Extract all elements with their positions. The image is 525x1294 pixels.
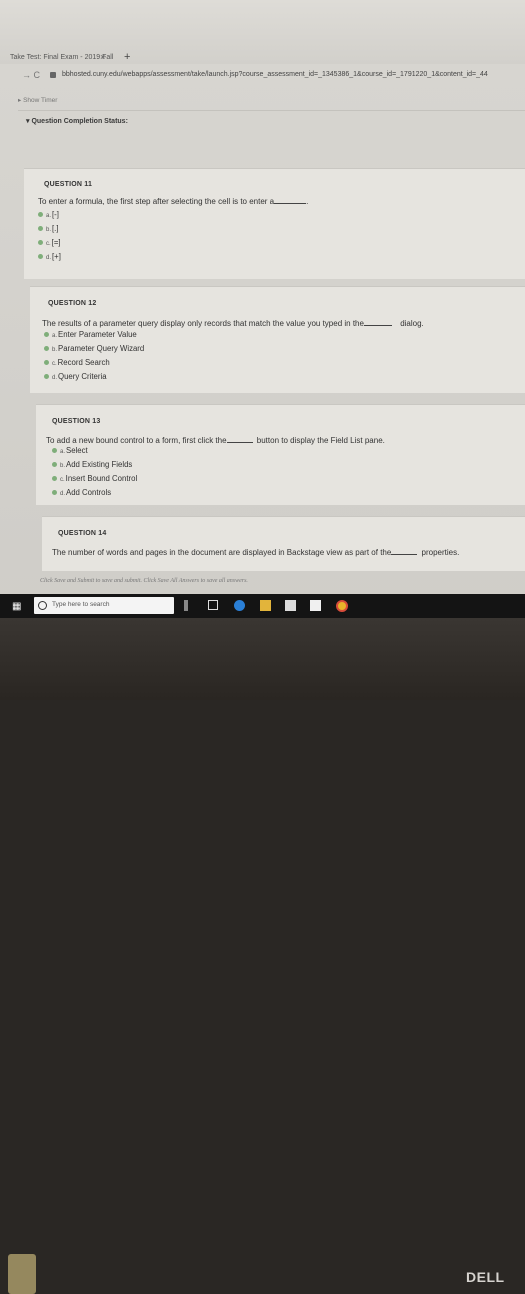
option-c[interactable]: c.[=] [38,238,61,247]
search-placeholder: Type here to search [52,601,110,608]
chrome-icon[interactable] [336,600,348,612]
taskbar-search-box[interactable]: Type here to search [34,597,174,614]
answer-blank [226,436,253,443]
browser-tab[interactable]: Take Test: Final Exam - 2019 Fall × + [0,51,130,64]
radio-button[interactable] [52,490,57,496]
question-status-bar[interactable]: ▾ Question Completion Status: [18,110,525,135]
monitor-screen: Take Test: Final Exam - 2019 Fall × + → … [0,0,525,628]
save-instructions: Click Save and Submit to save and submit… [40,578,248,584]
option-b[interactable]: b.[.] [38,224,59,233]
tab-title: Take Test: Final Exam - 2019 Fall [10,54,114,61]
radio-button[interactable] [52,462,57,468]
microphone-icon[interactable] [184,600,188,611]
question-text: The number of words and pages in the doc… [52,548,460,557]
question-status-label: ▾ Question Completion Status: [26,118,128,125]
monitor-bezel: DELL [0,618,525,1294]
lock-icon [50,72,56,78]
radio-button[interactable] [52,448,57,454]
browser-tab-bar: Take Test: Final Exam - 2019 Fall × + [0,0,525,64]
show-timer-link[interactable]: ▸ Show Timer [18,96,57,104]
answer-blank [391,548,418,555]
question-number: QUESTION 11 [44,181,93,188]
question-number: QUESTION 13 [52,418,101,425]
windows-start-icon[interactable]: ▦ [12,601,21,612]
radio-button[interactable] [52,476,57,482]
radio-button[interactable] [38,212,43,218]
question-text: To add a new bound control to a form, fi… [46,436,385,445]
reload-icon[interactable]: → C [22,70,40,80]
sticker [8,1254,36,1294]
answer-blank [274,197,307,204]
radio-button[interactable] [38,226,43,232]
new-tab-button[interactable]: + [124,51,130,63]
question-number: QUESTION 14 [58,530,107,537]
radio-button[interactable] [38,240,43,246]
option-c[interactable]: c.Insert Bound Control [52,474,137,483]
radio-button[interactable] [44,332,49,338]
radio-button[interactable] [44,346,49,352]
option-d[interactable]: d.[+] [38,252,61,261]
file-explorer-icon[interactable] [260,600,271,611]
store-icon[interactable] [285,600,296,611]
option-d[interactable]: d.Add Controls [52,488,111,497]
cortana-icon [38,601,47,610]
option-c[interactable]: c.Record Search [44,358,110,367]
question-text: The results of a parameter query display… [42,319,424,328]
question-card: QUESTION 11 To enter a formula, the firs… [24,168,525,279]
dell-logo: DELL [466,1269,505,1285]
windows-taskbar: ▦ Type here to search [0,594,525,618]
radio-button[interactable] [44,360,49,366]
radio-button[interactable] [44,374,49,380]
question-text: To enter a formula, the first step after… [38,197,309,206]
url-text[interactable]: bbhosted.cuny.edu/webapps/assessment/tak… [62,71,488,78]
radio-button[interactable] [38,254,43,260]
option-b[interactable]: b.Parameter Query Wizard [44,344,144,353]
question-card: QUESTION 13 To add a new bound control t… [36,404,525,505]
task-view-icon[interactable] [208,600,218,610]
option-a[interactable]: a.Select [52,446,88,455]
question-number: QUESTION 12 [48,300,97,307]
question-card: QUESTION 14 The number of words and page… [42,516,525,571]
option-b[interactable]: b.Add Existing Fields [52,460,132,469]
mail-icon[interactable] [310,600,321,611]
tab-close-icon[interactable]: × [100,52,105,62]
answer-blank [363,319,392,326]
option-d[interactable]: d.Query Criteria [44,372,107,381]
option-a[interactable]: a.Enter Parameter Value [44,330,137,339]
address-bar[interactable]: → C bbhosted.cuny.edu/webapps/assessment… [0,68,525,84]
edge-browser-icon[interactable] [234,600,245,611]
question-card: QUESTION 12 The results of a parameter q… [30,286,525,393]
option-a[interactable]: a.[-] [38,210,59,219]
